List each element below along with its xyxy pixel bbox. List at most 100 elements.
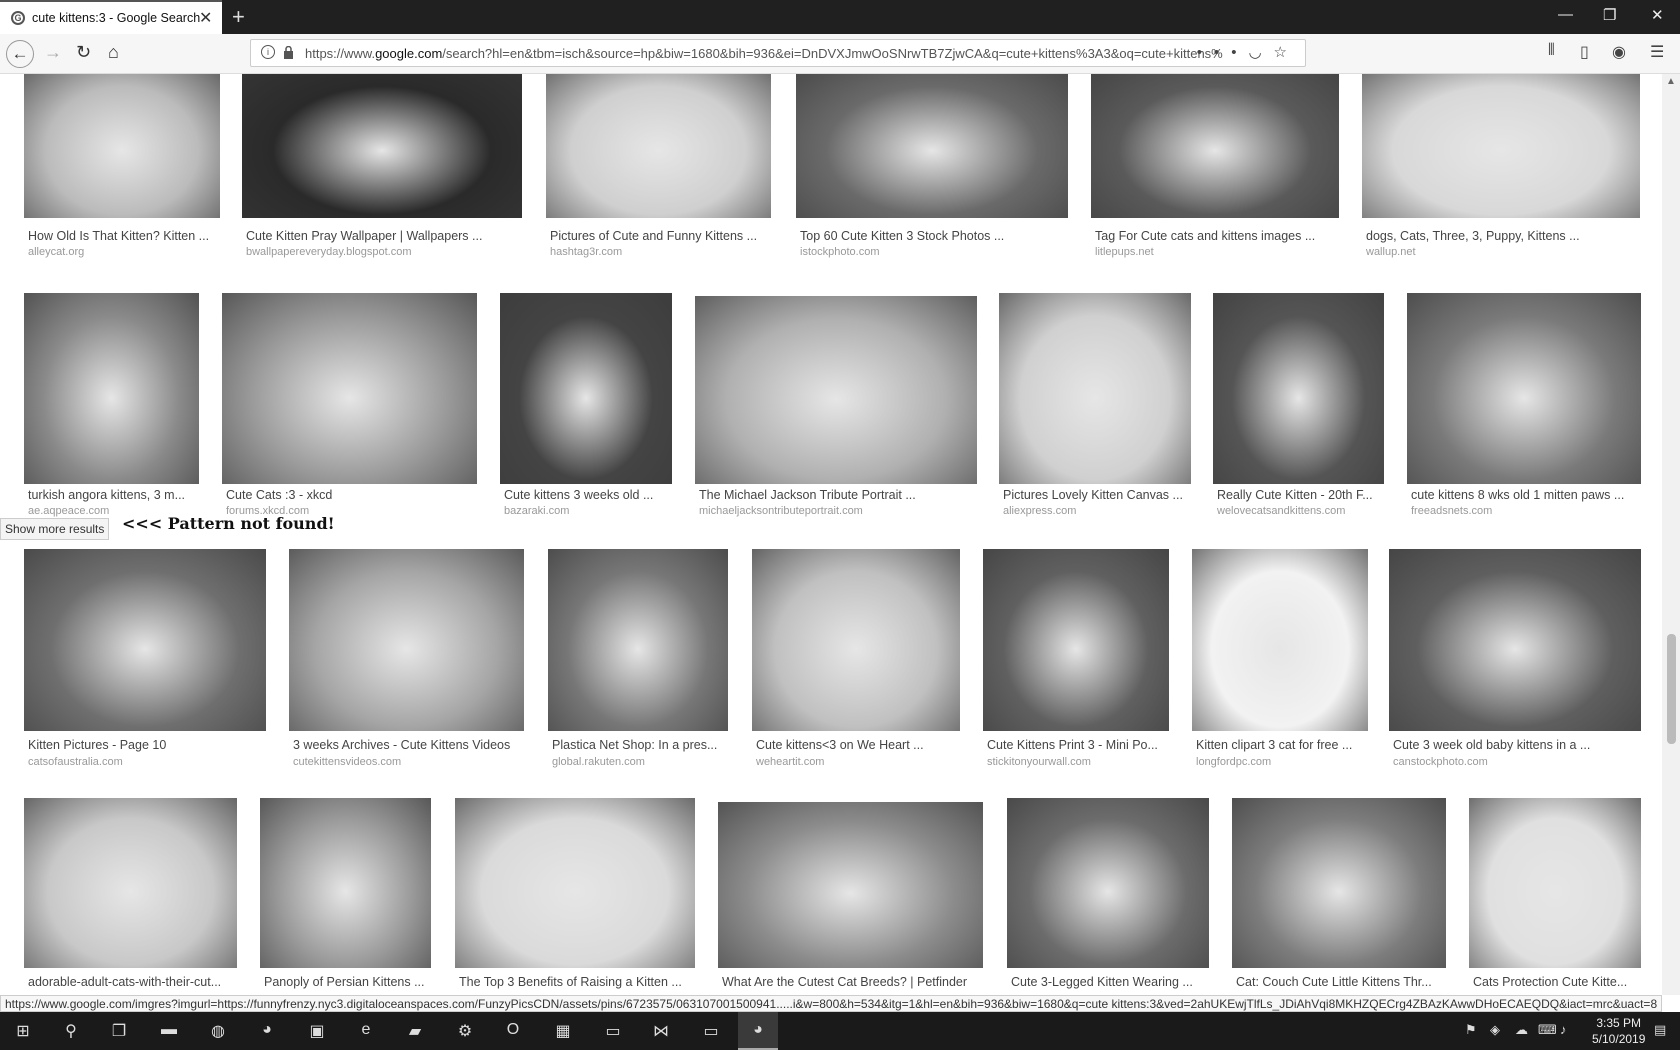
- visual-studio-icon[interactable]: ⋈: [650, 1021, 672, 1041]
- result-caption[interactable]: adorable-adult-cats-with-their-cut...: [28, 975, 251, 989]
- sidebar-icon[interactable]: ▯: [1580, 42, 1589, 62]
- result-thumbnail[interactable]: [24, 549, 266, 731]
- result-caption[interactable]: Cute Kitten Pray Wallpaper | Wallpapers …: [246, 229, 536, 243]
- result-thumbnail[interactable]: [546, 74, 771, 218]
- search-icon[interactable]: ⚲: [60, 1021, 82, 1041]
- tray-onedrive-icon[interactable]: ☁: [1515, 1022, 1528, 1038]
- save-disk-icon[interactable]: ▣: [306, 1021, 328, 1041]
- result-thumbnail[interactable]: [752, 549, 960, 731]
- forward-icon[interactable]: →: [44, 42, 62, 63]
- result-caption[interactable]: Cute kittens 3 weeks old ...: [504, 488, 686, 502]
- result-caption[interactable]: turkish angora kittens, 3 m...: [28, 488, 213, 502]
- tray-volume-icon[interactable]: ♪: [1560, 1022, 1567, 1037]
- result-thumbnail[interactable]: [289, 549, 524, 731]
- console-icon[interactable]: ▭: [700, 1021, 722, 1041]
- firefox-icon[interactable]: ◕: [256, 1021, 278, 1041]
- windows-start-icon[interactable]: ⊞: [12, 1021, 34, 1041]
- site-info-icon[interactable]: i: [261, 45, 275, 59]
- library-icon[interactable]: ⫴: [1548, 42, 1555, 60]
- result-thumbnail[interactable]: [24, 798, 237, 968]
- result-thumbnail[interactable]: [260, 798, 431, 968]
- result-caption[interactable]: cute kittens 8 wks old 1 mitten paws ...: [1411, 488, 1655, 502]
- pycharm-icon[interactable]: ▦: [552, 1021, 574, 1041]
- result-caption[interactable]: Cats Protection Cute Kitte...: [1473, 975, 1655, 989]
- result-thumbnail[interactable]: [1192, 549, 1368, 731]
- taskbar-clock[interactable]: 3:35 PM 5/10/2019: [1592, 1015, 1645, 1047]
- result-thumbnail[interactable]: [1007, 798, 1209, 968]
- show-more-results[interactable]: Show more results: [0, 518, 110, 540]
- result-caption[interactable]: The Top 3 Benefits of Raising a Kitten .…: [459, 975, 709, 989]
- new-tab-icon[interactable]: +: [232, 4, 245, 30]
- result-thumbnail[interactable]: [999, 293, 1191, 484]
- result-thumbnail[interactable]: [222, 293, 477, 484]
- result-caption[interactable]: Tag For Cute cats and kittens images ...: [1095, 229, 1353, 243]
- pocket-icon[interactable]: ◡: [1248, 44, 1273, 61]
- task-view-icon[interactable]: ❐: [108, 1021, 130, 1041]
- result-caption[interactable]: What Are the Cutest Cat Breeds? | Petfin…: [722, 975, 997, 989]
- result-thumbnail[interactable]: [1362, 74, 1640, 218]
- result-thumbnail[interactable]: [24, 293, 199, 484]
- result-thumbnail[interactable]: [24, 74, 220, 218]
- result-caption[interactable]: Kitten Pictures - Page 10: [28, 738, 280, 752]
- bookmark-star-icon[interactable]: ☆: [1274, 44, 1299, 61]
- result-caption[interactable]: Pictures Lovely Kitten Canvas ...: [1003, 488, 1205, 502]
- result-caption[interactable]: Panoply of Persian Kittens ...: [264, 975, 445, 989]
- file-explorer-icon[interactable]: ▬: [158, 1021, 180, 1041]
- result-thumbnail[interactable]: [695, 296, 977, 484]
- result-caption[interactable]: 3 weeks Archives - Cute Kittens Videos: [293, 738, 538, 752]
- result-caption[interactable]: Cute 3 week old baby kittens in a ...: [1393, 738, 1655, 752]
- result-caption[interactable]: Kitten clipart 3 cat for free ...: [1196, 738, 1382, 752]
- scroll-thumb[interactable]: [1667, 634, 1676, 744]
- back-icon[interactable]: ←: [6, 40, 34, 68]
- tray-shield-icon[interactable]: ◈: [1490, 1022, 1500, 1038]
- more-actions-icon[interactable]: •••: [1197, 44, 1249, 61]
- result-thumbnail[interactable]: [796, 74, 1068, 218]
- result-thumbnail[interactable]: [1232, 798, 1446, 968]
- result-thumbnail[interactable]: [500, 293, 672, 484]
- terminal-icon[interactable]: ▭: [602, 1021, 624, 1041]
- scrollbar[interactable]: ▲: [1662, 74, 1680, 995]
- result-caption[interactable]: Cute Kittens Print 3 - Mini Po...: [987, 738, 1183, 752]
- result-caption[interactable]: dogs, Cats, Three, 3, Puppy, Kittens ...: [1366, 229, 1654, 243]
- close-window-icon[interactable]: ✕: [1651, 6, 1664, 24]
- minimize-icon[interactable]: —: [1558, 6, 1573, 23]
- opera-icon[interactable]: O: [502, 1021, 524, 1041]
- result-caption[interactable]: Cute Cats :3 - xkcd: [226, 488, 491, 502]
- result-caption[interactable]: Cat: Couch Cute Little Kittens Thr...: [1236, 975, 1460, 989]
- menu-icon[interactable]: ☰: [1650, 42, 1664, 62]
- settings-gear-icon[interactable]: ⚙: [454, 1021, 476, 1041]
- result-caption[interactable]: Top 60 Cute Kitten 3 Stock Photos ...: [800, 229, 1082, 243]
- result-caption[interactable]: Cute 3-Legged Kitten Wearing ...: [1011, 975, 1223, 989]
- restore-icon[interactable]: ❐: [1603, 6, 1616, 24]
- folder-icon[interactable]: ▰: [404, 1021, 426, 1041]
- result-caption[interactable]: Pictures of Cute and Funny Kittens ...: [550, 229, 785, 243]
- close-tab-icon[interactable]: ✕: [199, 8, 212, 28]
- tray-network-icon[interactable]: ⚑: [1465, 1022, 1477, 1038]
- firefox-active-icon[interactable]: ◕: [747, 1021, 769, 1041]
- result-thumbnail[interactable]: [1389, 549, 1641, 731]
- result-caption[interactable]: The Michael Jackson Tribute Portrait ...: [699, 488, 991, 502]
- notifications-icon[interactable]: ▤: [1654, 1022, 1666, 1038]
- home-icon[interactable]: ⌂: [108, 42, 119, 63]
- result-thumbnail[interactable]: [242, 74, 522, 218]
- tab-google-search[interactable]: G cute kittens:3 - Google Search ✕: [0, 0, 222, 34]
- account-icon[interactable]: ◉: [1612, 42, 1626, 62]
- reload-icon[interactable]: ↻: [76, 42, 91, 63]
- result-thumbnail[interactable]: [1469, 798, 1641, 968]
- result-thumbnail[interactable]: [718, 802, 983, 968]
- result-caption[interactable]: Really Cute Kitten - 20th F...: [1217, 488, 1398, 502]
- chrome-icon[interactable]: ◍: [207, 1021, 229, 1041]
- result-thumbnail[interactable]: [1091, 74, 1339, 218]
- result-thumbnail[interactable]: [983, 549, 1169, 731]
- url-bar[interactable]: i https://www.google.com/search?hl=en&tb…: [250, 39, 1306, 67]
- result-caption[interactable]: How Old Is That Kitten? Kitten ...: [28, 229, 234, 243]
- edge-icon[interactable]: e: [355, 1021, 377, 1041]
- result-thumbnail[interactable]: [1213, 293, 1384, 484]
- scroll-up-icon[interactable]: ▲: [1666, 76, 1676, 87]
- result-caption[interactable]: Plastica Net Shop: In a pres...: [552, 738, 742, 752]
- result-thumbnail[interactable]: [548, 549, 728, 731]
- result-caption[interactable]: Cute kittens<3 on We Heart ...: [756, 738, 974, 752]
- tray-keyboard-icon[interactable]: ⌨: [1538, 1022, 1557, 1038]
- result-thumbnail[interactable]: [455, 798, 695, 968]
- result-thumbnail[interactable]: [1407, 293, 1641, 484]
